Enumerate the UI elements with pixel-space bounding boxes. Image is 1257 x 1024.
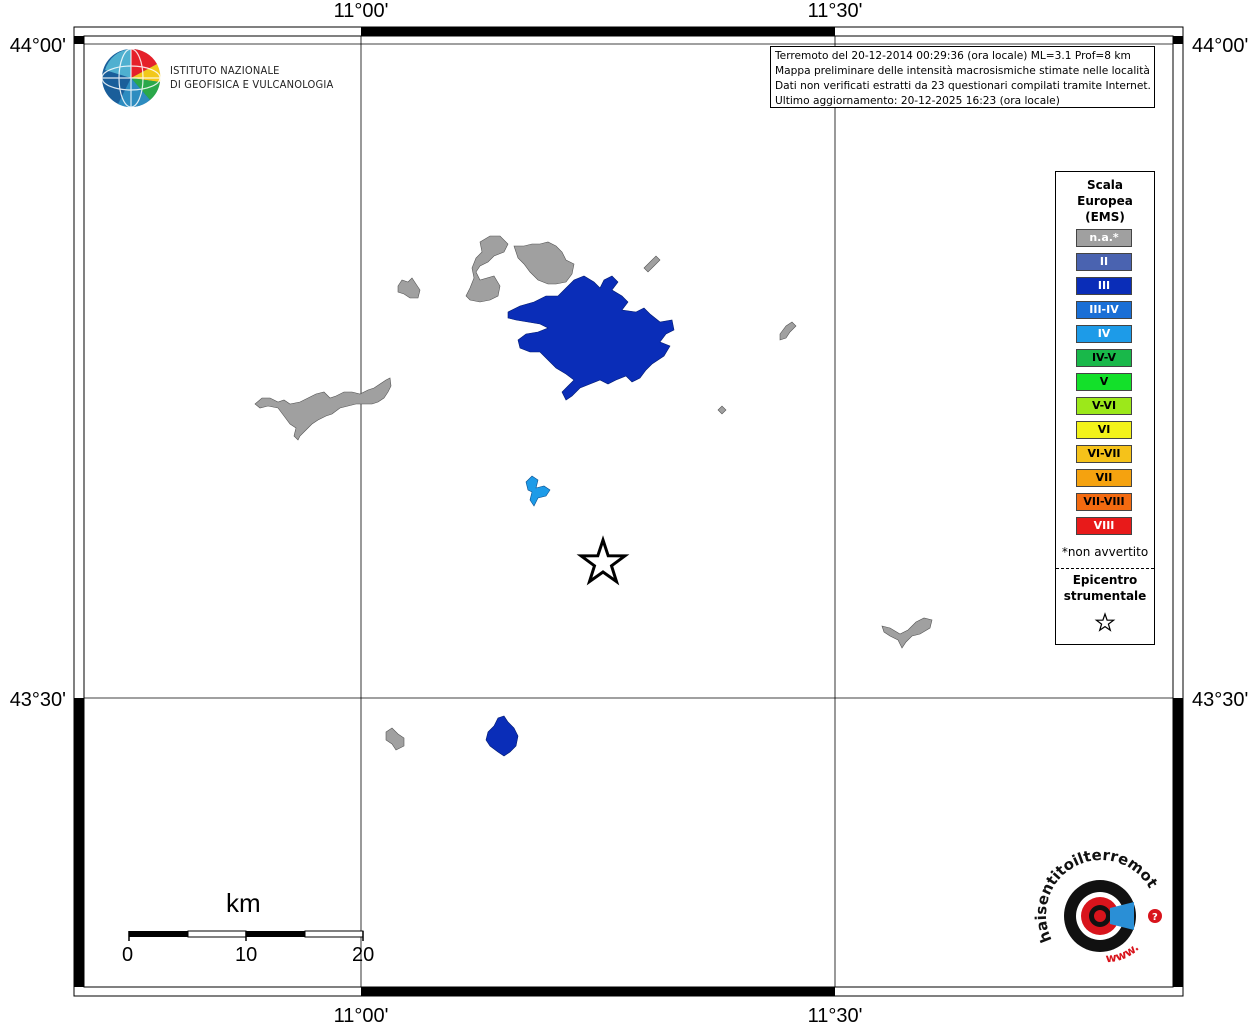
legend-item: VII xyxy=(1076,469,1132,487)
epicentre-star-icon xyxy=(576,535,630,586)
legend-item: VII-VIII xyxy=(1076,493,1132,511)
info-line-1: Terremoto del 20-12-2014 00:29:36 (ora l… xyxy=(775,50,1131,62)
frame-bar-right-top xyxy=(1173,36,1183,44)
region-na-6 xyxy=(385,727,405,751)
frame-bar-left xyxy=(74,698,84,987)
ingv-logo-icon xyxy=(101,48,161,108)
lon-label-bottom-1: 11°00' xyxy=(334,1005,389,1024)
legend-item: IV xyxy=(1076,325,1132,343)
legend-item: III xyxy=(1076,277,1132,295)
earthquake-info-box: Terremoto del 20-12-2014 00:29:36 (ora l… xyxy=(770,46,1155,108)
institute-name-line1: ISTITUTO NAZIONALE xyxy=(170,64,280,77)
institute-name-line2: DI GEOFISICA E VULCANOLOGIA xyxy=(170,78,334,91)
region-na-4 xyxy=(643,255,797,415)
region-iii-main xyxy=(507,275,675,401)
map-frame-inner xyxy=(83,35,1174,988)
region-iii-south xyxy=(485,715,519,757)
legend-item: III-IV xyxy=(1076,301,1132,319)
map-frame-outer xyxy=(73,26,1184,997)
legend-item: VIII xyxy=(1076,517,1132,535)
scale-label-0: 0 xyxy=(122,944,134,966)
legend-separator xyxy=(1056,568,1154,569)
legend-note: *non avvertito xyxy=(1061,545,1149,559)
haisentito-logo-icon: ? haisentitoilterremoto.it www. xyxy=(1030,850,1162,965)
info-line-3: Dati non verificati estratti da 23 quest… xyxy=(775,80,1151,92)
legend-item: V xyxy=(1076,373,1132,391)
lat-label-right-2: 43°30' xyxy=(1192,689,1248,711)
legend-title-line3: (EMS) xyxy=(1085,210,1125,224)
region-na-5 xyxy=(881,617,933,649)
frame-bar-bottom xyxy=(361,987,835,996)
frame-bar-right xyxy=(1173,698,1183,987)
lat-label-left-1: 44°00' xyxy=(10,35,66,57)
legend-star-icon xyxy=(1094,612,1116,632)
legend-item: II xyxy=(1076,253,1132,271)
legend-item: VI-VII xyxy=(1076,445,1132,463)
scale-bar xyxy=(128,930,364,941)
info-line-2: Mappa preliminare delle intensità macros… xyxy=(775,65,1150,77)
lon-label-top-2: 11°30' xyxy=(808,0,863,22)
legend-epicentre: Epicentro strumentale xyxy=(1056,572,1154,604)
legend-title: Scala Europea (EMS) xyxy=(1056,177,1154,225)
region-na-1 xyxy=(254,377,392,441)
info-line-4: Ultimo aggiornamento: 20-12-2025 16:23 (… xyxy=(775,95,1060,107)
legend-title-line1: Scala xyxy=(1086,178,1124,192)
legend-item: IV-V xyxy=(1076,349,1132,367)
region-na-2 xyxy=(397,277,421,299)
institute-name: ISTITUTO NAZIONALE DI GEOFISICA E VULCAN… xyxy=(170,64,333,92)
scale-bar-unit: km xyxy=(226,888,261,918)
lon-label-top-1: 11°00' xyxy=(334,0,389,22)
lat-label-right-1: 44°00' xyxy=(1192,35,1248,57)
legend-title-line2: Europea xyxy=(1077,194,1133,208)
lon-label-bottom-2: 11°30' xyxy=(808,1005,863,1024)
region-na-3 xyxy=(465,235,575,303)
frame-bar-top xyxy=(361,27,835,36)
legend-epicentre-line2: strumentale xyxy=(1063,589,1147,603)
legend-item: VI xyxy=(1076,421,1132,439)
ems-legend: Scala Europea (EMS) n.a.* II III III-IV IV IV… xyxy=(1055,171,1155,645)
lat-label-left-2: 43°30' xyxy=(10,689,66,711)
scale-label-10: 10 xyxy=(235,944,258,966)
scale-label-20: 20 xyxy=(352,944,375,966)
legend-epicentre-line1: Epicentro xyxy=(1072,573,1138,587)
svg-text:?: ? xyxy=(1152,912,1158,923)
legend-item: n.a.* xyxy=(1076,229,1132,247)
frame-bar-left-top xyxy=(74,36,84,44)
legend-item: V-VI xyxy=(1076,397,1132,415)
region-iv xyxy=(525,475,551,507)
